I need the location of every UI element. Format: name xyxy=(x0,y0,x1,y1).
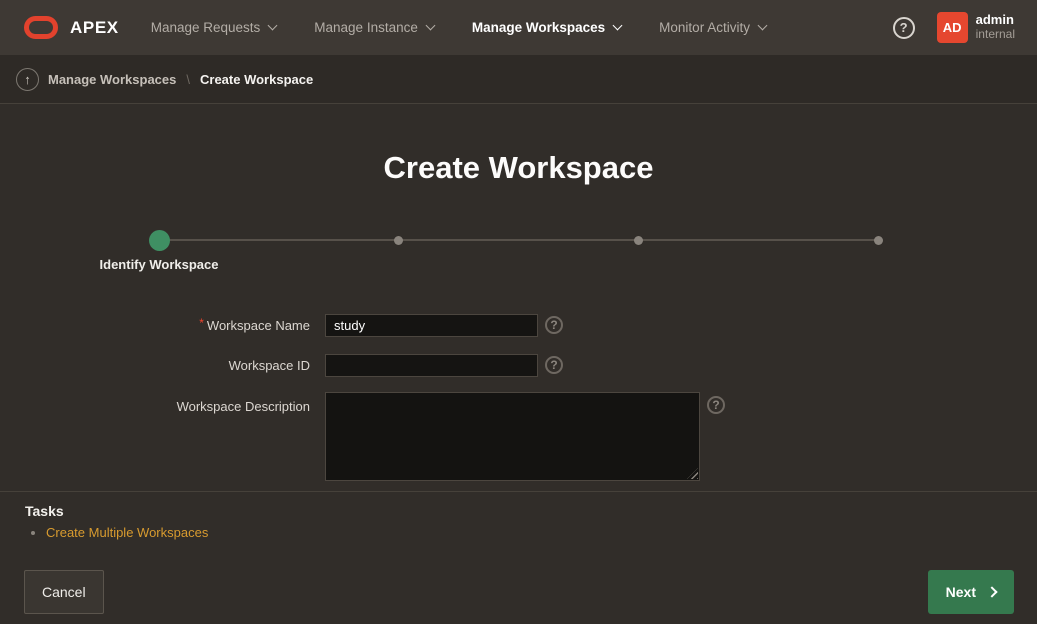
wizard-step-1-dot xyxy=(149,230,170,251)
brand-apex: APEX xyxy=(70,18,119,38)
breadcrumb-separator: \ xyxy=(186,72,190,87)
tasks-heading: Tasks xyxy=(25,503,64,519)
wizard-step-label: Identify Workspace xyxy=(100,257,219,272)
chevron-down-icon xyxy=(758,21,768,31)
workspace-name-help-icon[interactable]: ? xyxy=(545,316,563,334)
workspace-name-input[interactable] xyxy=(325,314,538,337)
nav-item-manage-requests[interactable]: Manage Requests xyxy=(151,20,277,35)
tasks-divider xyxy=(0,491,1037,492)
page-title: Create Workspace xyxy=(0,150,1037,186)
task-item: Create Multiple Workspaces xyxy=(46,524,208,542)
workspace-description-label: Workspace Description xyxy=(0,399,310,414)
nav-item-monitor-activity[interactable]: Monitor Activity xyxy=(659,20,766,35)
user-avatar[interactable]: AD xyxy=(937,12,968,43)
wizard-step-4-dot xyxy=(874,236,883,245)
chevron-down-icon xyxy=(268,21,278,31)
nav-item-manage-instance[interactable]: Manage Instance xyxy=(314,20,434,35)
next-button[interactable]: Next xyxy=(928,570,1014,614)
breadcrumb-current: Create Workspace xyxy=(200,72,313,87)
navbar-menu: Manage Requests Manage Instance Manage W… xyxy=(151,20,766,35)
oracle-logo-icon xyxy=(24,16,58,39)
wizard-step-2-dot xyxy=(394,236,403,245)
wizard-step-3-dot xyxy=(634,236,643,245)
create-workspace-page: APEX Manage Requests Manage Instance Man… xyxy=(0,0,1037,624)
cancel-button[interactable]: Cancel xyxy=(24,570,104,614)
wizard-line xyxy=(159,239,879,241)
chevron-down-icon xyxy=(425,21,435,31)
user-context: internal xyxy=(976,28,1015,42)
required-marker: * xyxy=(199,316,204,330)
workspace-id-input[interactable] xyxy=(325,354,538,377)
breadcrumb: ↑ Manage Workspaces \ Create Workspace xyxy=(0,55,1037,104)
workspace-description-textarea[interactable] xyxy=(325,392,700,481)
workspace-name-label: *Workspace Name xyxy=(0,318,310,333)
up-arrow-icon[interactable]: ↑ xyxy=(16,68,39,91)
wizard-progress: Identify Workspace xyxy=(149,229,889,281)
nav-item-manage-workspaces[interactable]: Manage Workspaces xyxy=(472,20,621,35)
tasks-list: Create Multiple Workspaces xyxy=(30,524,208,542)
workspace-id-label: Workspace ID xyxy=(0,358,310,373)
navbar-right: ? AD admin internal xyxy=(893,12,1015,43)
top-navbar: APEX Manage Requests Manage Instance Man… xyxy=(0,0,1037,55)
chevron-right-icon xyxy=(986,586,997,597)
user-meta: admin internal xyxy=(976,13,1015,42)
workspace-description-help-icon[interactable]: ? xyxy=(707,396,725,414)
user-name: admin xyxy=(976,13,1015,28)
breadcrumb-parent[interactable]: Manage Workspaces xyxy=(48,72,176,87)
help-icon[interactable]: ? xyxy=(893,17,915,39)
create-multiple-workspaces-link[interactable]: Create Multiple Workspaces xyxy=(46,525,208,540)
chevron-down-icon xyxy=(613,21,623,31)
workspace-id-help-icon[interactable]: ? xyxy=(545,356,563,374)
